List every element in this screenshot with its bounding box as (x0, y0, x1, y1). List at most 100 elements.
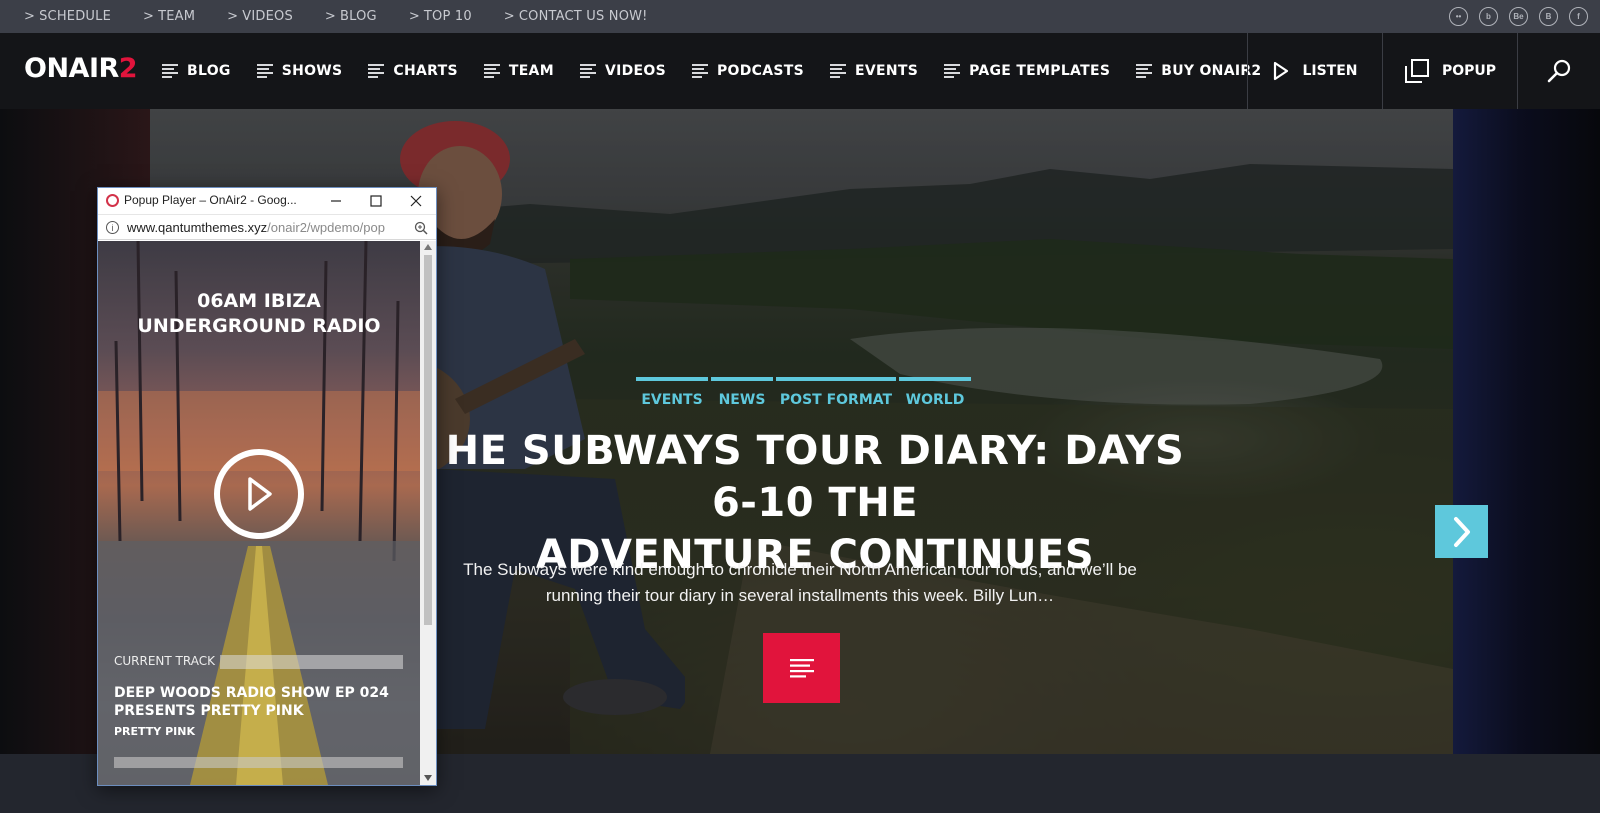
popup-player-window: Popup Player – OnAir2 - Goog... i www.qa… (97, 187, 437, 786)
nav-item-label: TEAM (508, 63, 554, 79)
close-icon (410, 195, 422, 207)
toplink-contact[interactable]: > CONTACT US NOW! (504, 9, 648, 24)
url-path: /onair2/wpdemo/pop (267, 220, 385, 235)
next-slide-preview (1453, 109, 1600, 754)
nav-item-label: EVENTS (854, 63, 919, 79)
nav-item-label: CHARTS (393, 63, 458, 79)
play-button[interactable] (214, 449, 304, 539)
blogger-alt-icon[interactable]: B (1539, 7, 1558, 26)
current-track-bar (220, 655, 403, 669)
menu-lines-icon (256, 64, 273, 78)
category-events[interactable]: EVENTS (636, 377, 708, 408)
nav-menu: BLOG SHOWS CHARTS TEAM VIDEOS PODCASTS E… (162, 33, 1287, 109)
flickr-icon[interactable]: •• (1449, 7, 1468, 26)
nav-item-charts[interactable]: CHARTS (368, 63, 458, 79)
nav-item-label: VIDEOS (604, 63, 666, 79)
toplink-videos[interactable]: > VIDEOS (227, 9, 293, 24)
maximize-icon (370, 195, 382, 207)
popup-button[interactable]: POPUP (1382, 33, 1517, 109)
current-track-label: CURRENT TRACK (114, 654, 215, 668)
toplink-label: TOP 10 (423, 9, 472, 24)
logo-accent: 2 (118, 53, 138, 84)
play-icon (1274, 61, 1289, 81)
social-links: •• b Be B f (1438, 7, 1588, 26)
category-post-format[interactable]: POST FORMAT (776, 377, 896, 408)
play-icon (248, 477, 272, 511)
category-label: POST FORMAT (779, 392, 893, 408)
nav-item-blog[interactable]: BLOG (162, 63, 231, 79)
volume-bar[interactable] (114, 757, 403, 768)
nav-item-page-templates[interactable]: PAGE TEMPLATES (944, 63, 1110, 79)
scroll-up-icon[interactable] (424, 244, 432, 250)
track-title: DEEP WOODS RADIO SHOW EP 024 PRESENTS PR… (114, 685, 389, 719)
read-more-button[interactable] (763, 633, 840, 703)
search-button[interactable] (1517, 33, 1600, 109)
toplink-label: SCHEDULE (39, 9, 111, 24)
toplink-blog[interactable]: > BLOG (325, 9, 377, 24)
search-icon (1547, 59, 1571, 83)
menu-lines-icon (691, 64, 708, 78)
nav-item-label: PAGE TEMPLATES (969, 63, 1111, 79)
behance-icon[interactable]: Be (1509, 7, 1528, 26)
category-news[interactable]: NEWS (711, 377, 773, 408)
facebook-icon[interactable]: f (1569, 7, 1588, 26)
menu-lines-icon (829, 64, 846, 78)
maximize-button[interactable] (356, 188, 396, 214)
category-world[interactable]: WORLD (899, 377, 971, 408)
category-label: EVENTS (641, 392, 703, 408)
top-links: > SCHEDULE > TEAM > VIDEOS > BLOG > TOP 10 > C… (24, 0, 680, 33)
window-title: Popup Player – OnAir2 - Goog... (124, 193, 297, 207)
scrollbar-thumb[interactable] (424, 255, 432, 625)
nav-item-label: BLOG (187, 63, 231, 79)
slide-excerpt: The Subways were kind enough to chronicl… (463, 560, 1137, 605)
toplink-label: TEAM (158, 9, 196, 24)
article-lines-icon (789, 659, 814, 678)
next-slide-button[interactable] (1435, 505, 1488, 558)
main-nav: ONAIR2 BLOG SHOWS CHARTS TEAM VIDEOS POD… (0, 33, 1600, 109)
nav-item-buy[interactable]: BUY ONAIR2 (1136, 63, 1261, 79)
nav-item-videos[interactable]: VIDEOS (579, 63, 666, 79)
menu-lines-icon (368, 64, 385, 78)
nav-item-label: SHOWS (281, 63, 343, 79)
toplink-team[interactable]: > TEAM (143, 9, 195, 24)
favicon-icon (106, 194, 119, 207)
top-bar: > SCHEDULE > TEAM > VIDEOS > BLOG > TOP 10 > C… (0, 0, 1600, 33)
nav-item-podcasts[interactable]: PODCASTS (691, 63, 804, 79)
toplink-schedule[interactable]: > SCHEDULE (24, 9, 111, 24)
popup-window-icon (1404, 59, 1429, 83)
nav-item-team[interactable]: TEAM (483, 63, 554, 79)
close-button[interactable] (396, 188, 436, 214)
logo-text: ONAIR (24, 53, 119, 84)
blogger-icon[interactable]: b (1479, 7, 1498, 26)
category-list: EVENTS NEWS POST FORMAT WORLD (636, 377, 974, 408)
listen-label: LISTEN (1302, 63, 1358, 79)
scroll-down-icon[interactable] (424, 775, 432, 781)
window-titlebar[interactable]: Popup Player – OnAir2 - Goog... (98, 188, 436, 214)
url-host: www.qantumthemes.xyz (127, 220, 268, 235)
nav-item-shows[interactable]: SHOWS (256, 63, 343, 79)
toplink-label: BLOG (340, 9, 377, 24)
menu-lines-icon (162, 64, 178, 78)
toplink-label: VIDEOS (242, 9, 293, 24)
category-label: NEWS (718, 392, 766, 408)
toplink-top10[interactable]: > TOP 10 (409, 9, 472, 24)
site-logo[interactable]: ONAIR2 (24, 53, 138, 84)
menu-lines-icon (944, 64, 961, 78)
nav-item-events[interactable]: EVENTS (829, 63, 919, 79)
category-label: WORLD (905, 392, 965, 408)
url-text[interactable]: www.qantumthemes.xyz/onair2/wpdemo/pop (127, 220, 407, 235)
menu-lines-icon (1136, 64, 1153, 78)
track-artist: PRETTY PINK (114, 725, 195, 738)
player-body: 06AM IBIZA UNDERGROUND RADIO CURRENT TRA… (98, 241, 420, 785)
listen-button[interactable]: LISTEN (1247, 33, 1382, 109)
address-bar[interactable]: i www.qantumthemes.xyz/onair2/wpdemo/pop (98, 214, 436, 240)
scrollbar[interactable] (420, 241, 436, 785)
menu-lines-icon (483, 64, 500, 78)
zoom-icon[interactable] (414, 221, 428, 235)
nav-item-label: PODCASTS (716, 63, 804, 79)
popup-label: POPUP (1441, 63, 1497, 79)
info-icon[interactable]: i (106, 221, 119, 234)
minimize-button[interactable] (316, 188, 356, 214)
toplink-label: CONTACT US NOW! (518, 9, 648, 24)
minimize-icon (331, 200, 341, 202)
